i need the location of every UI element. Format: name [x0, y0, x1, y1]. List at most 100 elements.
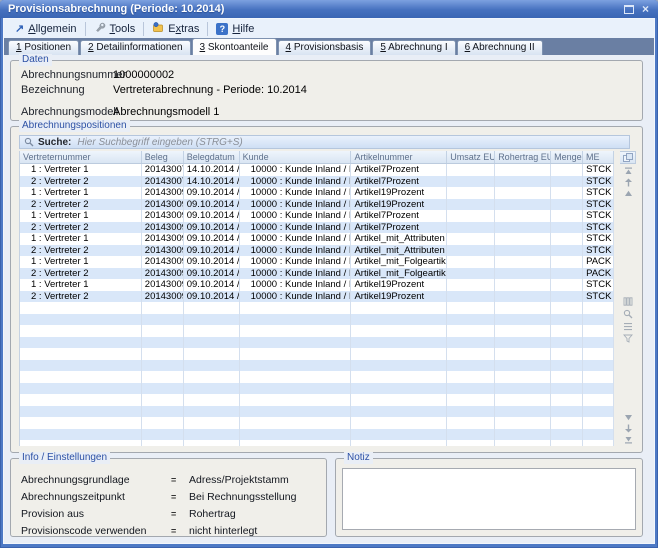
scroll-top-icon[interactable] — [620, 167, 636, 175]
cell: Artikel_mit_Attributen — [351, 233, 447, 245]
scroll-page-down-icon[interactable] — [620, 424, 636, 433]
tab-positionen[interactable]: 1 Positionen — [8, 40, 79, 55]
empty-row[interactable] — [20, 314, 614, 326]
empty-row[interactable] — [20, 417, 614, 429]
tab-detailinformationen[interactable]: 2 Detailinformationen — [80, 40, 191, 55]
cell: 20143009 — [142, 222, 184, 234]
column-header[interactable]: Menge — [551, 151, 583, 163]
scroll-page-up-icon[interactable] — [620, 178, 636, 187]
table-row[interactable]: 1 : Vertreter 12014300909.10.2014 /Do100… — [20, 256, 614, 268]
cell — [447, 394, 495, 406]
positions-table: VertreternummerBelegBelegdatumKundeArtik… — [19, 151, 614, 446]
table-row[interactable]: 1 : Vertreter 12014300909.10.2014 /Do100… — [20, 233, 614, 245]
titlebar[interactable]: Provisionsabrechnung (Periode: 10.2014) … — [0, 0, 658, 18]
cell — [447, 176, 495, 188]
empty-row[interactable] — [20, 394, 614, 406]
cell: 10000 : Kunde Inland / Inlandsort — [240, 256, 352, 268]
cell: Artikel19Prozent — [351, 187, 447, 199]
empty-row[interactable] — [20, 406, 614, 418]
cell — [184, 417, 240, 429]
hilfe-button[interactable]: ? Hilfe — [210, 21, 260, 37]
table-row[interactable]: 2 : Vertreter 22014300714.10.2014 /Di100… — [20, 176, 614, 188]
cell: PACK — [583, 256, 614, 268]
info-row-provision-aus: Provision aus = Rohertrag — [21, 508, 320, 520]
column-header[interactable]: Umsatz EUR — [447, 151, 495, 163]
column-header[interactable]: Belegdatum — [184, 151, 240, 163]
scroll-up-icon[interactable] — [620, 190, 636, 197]
provisionsabrechnung-window: Provisionsabrechnung (Periode: 10.2014) … — [0, 0, 658, 548]
table-row[interactable]: 2 : Vertreter 22014300909.10.2014 /Do100… — [20, 199, 614, 211]
tab-provisionsbasis[interactable]: 4 Provisionsbasis — [278, 40, 372, 55]
empty-row[interactable] — [20, 348, 614, 360]
table-row[interactable]: 2 : Vertreter 22014300909.10.2014 /Do100… — [20, 222, 614, 234]
scroll-bottom-icon[interactable] — [620, 436, 636, 444]
cell: 10000 : Kunde Inland / Inlandsort — [240, 245, 352, 257]
cell: STCK — [583, 187, 614, 199]
cell: STCK — [583, 210, 614, 222]
cell — [583, 417, 614, 429]
cell — [583, 360, 614, 372]
cell — [20, 360, 142, 372]
card-view-icon[interactable] — [620, 297, 636, 306]
column-header[interactable]: Artikelnummer — [351, 151, 447, 163]
restore-icon[interactable] — [624, 5, 634, 14]
wrench-icon — [94, 21, 106, 36]
table-row[interactable]: 2 : Vertreter 22014300909.10.2014 /Do100… — [20, 245, 614, 257]
empty-row[interactable] — [20, 371, 614, 383]
empty-row[interactable] — [20, 302, 614, 314]
cell: 10000 : Kunde Inland / Inlandsort — [240, 210, 352, 222]
close-icon[interactable]: × — [642, 4, 649, 14]
empty-row[interactable] — [20, 440, 614, 446]
cell — [240, 337, 352, 349]
cell — [551, 325, 583, 337]
sum-icon[interactable] — [620, 322, 636, 331]
column-header[interactable]: ME — [583, 151, 614, 163]
table-row[interactable]: 2 : Vertreter 22014300909.10.2014 /Do100… — [20, 268, 614, 280]
field-label: Abrechnungsnummer — [21, 69, 113, 81]
cell — [240, 360, 352, 372]
tab-abrechnung-1[interactable]: 5 Abrechnung I — [372, 40, 455, 55]
table-row[interactable]: 1 : Vertreter 12014300909.10.2014 /Do100… — [20, 210, 614, 222]
table-row[interactable]: 2 : Vertreter 22014300909.10.2014 /Do100… — [20, 291, 614, 303]
cell — [447, 337, 495, 349]
cell — [20, 383, 142, 395]
help-icon: ? — [216, 23, 228, 35]
cell: 20143009 — [142, 279, 184, 291]
cell — [447, 210, 495, 222]
cell: STCK — [583, 222, 614, 234]
cell — [20, 337, 142, 349]
search-input[interactable]: Suche: Hier Suchbegriff eingeben (STRG+S… — [19, 135, 630, 149]
column-header[interactable]: Beleg — [142, 151, 184, 163]
cell — [240, 302, 352, 314]
cell — [495, 187, 551, 199]
cell — [583, 348, 614, 360]
table-row[interactable]: 1 : Vertreter 12014300909.10.2014 /Do100… — [20, 187, 614, 199]
filter-icon[interactable] — [620, 334, 636, 343]
notiz-textarea[interactable] — [342, 468, 636, 530]
column-chooser-button[interactable] — [620, 151, 636, 164]
empty-row[interactable] — [20, 337, 614, 349]
tab-abrechnung-2[interactable]: 6 Abrechnung II — [457, 40, 543, 55]
extras-button[interactable]: Extras — [146, 19, 205, 38]
cell — [495, 314, 551, 326]
table-header-row: VertreternummerBelegBelegdatumKundeArtik… — [20, 151, 614, 164]
column-header[interactable]: Vertreternummer — [20, 151, 142, 163]
scroll-down-icon[interactable] — [620, 414, 636, 421]
column-header[interactable]: Rohertrag EUR — [495, 151, 551, 163]
grid-search-icon[interactable] — [620, 309, 636, 319]
table-row[interactable]: 1 : Vertreter 12014300714.10.2014 /Di100… — [20, 164, 614, 176]
empty-row[interactable] — [20, 429, 614, 441]
allgemein-button[interactable]: ↗ Allgemein — [9, 21, 83, 37]
empty-row[interactable] — [20, 383, 614, 395]
cell — [447, 314, 495, 326]
empty-row[interactable] — [20, 325, 614, 337]
tools-button[interactable]: Tools — [88, 19, 142, 38]
empty-row[interactable] — [20, 360, 614, 372]
search-icon — [24, 137, 34, 147]
cell — [351, 360, 447, 372]
cell — [142, 383, 184, 395]
cell — [240, 394, 352, 406]
tab-skontoanteile[interactable]: 3 Skontoanteile — [192, 38, 277, 55]
table-row[interactable]: 1 : Vertreter 12014300909.10.2014 /Do100… — [20, 279, 614, 291]
column-header[interactable]: Kunde — [240, 151, 352, 163]
